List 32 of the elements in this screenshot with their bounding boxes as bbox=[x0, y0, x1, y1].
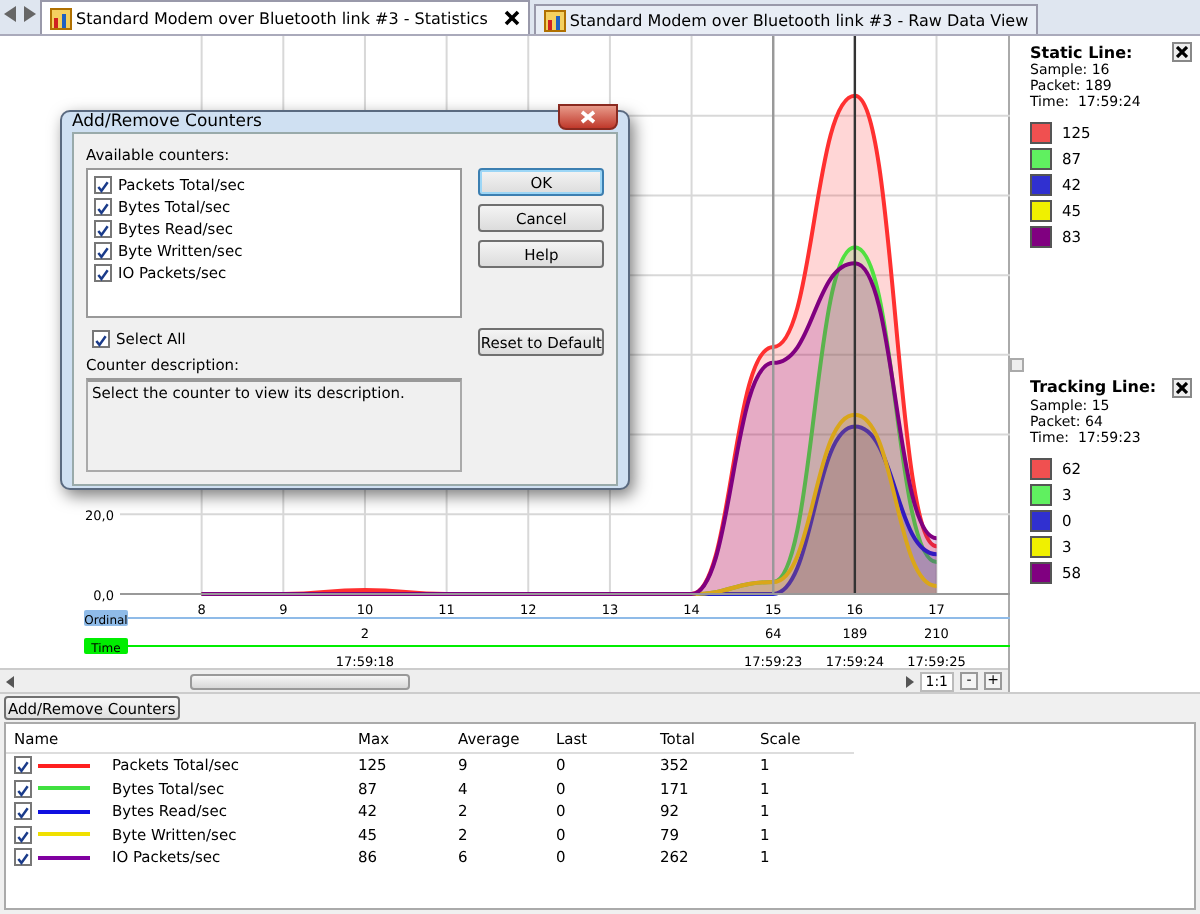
panel-title: Tracking Line: bbox=[1030, 378, 1157, 396]
close-icon[interactable] bbox=[503, 10, 520, 26]
chart-icon bbox=[543, 9, 566, 31]
checkbox[interactable] bbox=[94, 264, 112, 282]
tab[interactable]: Standard Modem over Bluetooth link #3 - Statistics bbox=[40, 0, 530, 34]
chart-icon bbox=[50, 7, 72, 29]
checkbox[interactable] bbox=[94, 242, 112, 260]
close-button[interactable] bbox=[558, 103, 618, 129]
checkbox[interactable] bbox=[92, 330, 110, 348]
dialog-title: Add/Remove Counters bbox=[72, 112, 262, 132]
splitter-handle[interactable] bbox=[1010, 357, 1024, 371]
close-icon bbox=[580, 109, 596, 123]
checkbox[interactable] bbox=[94, 176, 112, 194]
checkbox[interactable] bbox=[14, 802, 32, 821]
scrollbar-thumb[interactable] bbox=[190, 673, 410, 689]
check-icon bbox=[94, 332, 108, 350]
checkbox[interactable] bbox=[14, 779, 32, 798]
checkbox[interactable] bbox=[14, 825, 32, 844]
scroll-right-icon[interactable] bbox=[905, 675, 914, 687]
checkbox[interactable] bbox=[14, 756, 32, 775]
close-icon bbox=[1176, 46, 1188, 58]
close-icon bbox=[1176, 381, 1188, 393]
close-button[interactable] bbox=[1172, 377, 1192, 397]
checkbox[interactable] bbox=[94, 220, 112, 238]
close-button[interactable] bbox=[1172, 42, 1192, 62]
scroll-left-icon[interactable] bbox=[6, 675, 14, 687]
tab[interactable]: Standard Modem over Bluetooth link #3 - Raw Data View bbox=[533, 4, 1039, 34]
checkbox[interactable] bbox=[94, 198, 112, 216]
panel-title: Static Line: bbox=[1030, 43, 1133, 61]
scroll-right-icon[interactable] bbox=[22, 6, 36, 22]
checkbox[interactable] bbox=[14, 848, 32, 867]
scroll-left-icon[interactable] bbox=[4, 6, 18, 22]
